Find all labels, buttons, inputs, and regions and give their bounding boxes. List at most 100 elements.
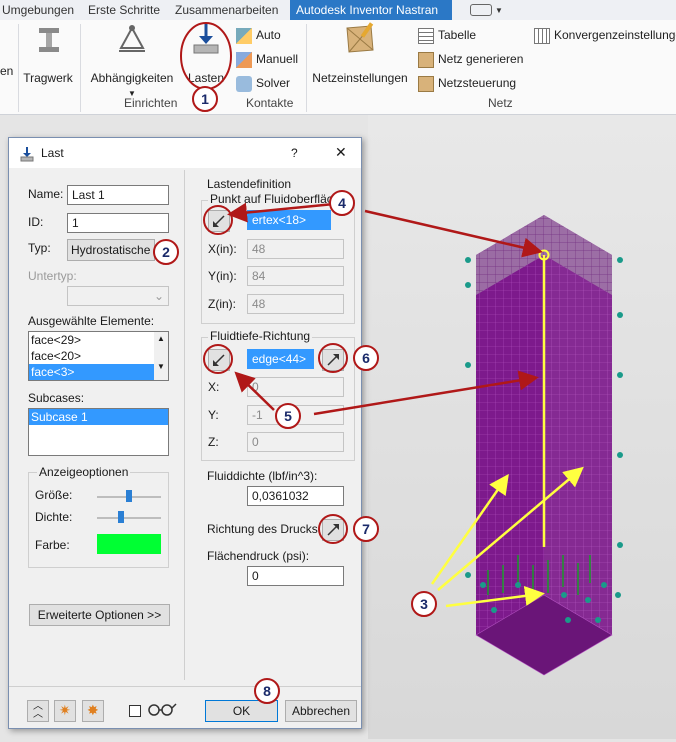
load-dialog: Last ? ✕ Name: Last 1 ID: 1 Typ: Hydrost… bbox=[8, 137, 362, 729]
dialog-titlebar[interactable]: Last ? ✕ bbox=[9, 138, 361, 168]
glasses-icon bbox=[147, 702, 177, 719]
tab-umgebungen[interactable]: Umgebungen bbox=[0, 0, 80, 20]
id-input[interactable]: 1 bbox=[67, 213, 169, 233]
point-y-label: Y(in): bbox=[208, 269, 237, 283]
name-input[interactable]: Last 1 bbox=[67, 185, 169, 205]
pick-arrow-icon bbox=[213, 215, 225, 227]
list-item[interactable]: face<3> bbox=[29, 364, 154, 380]
color-swatch[interactable] bbox=[97, 534, 161, 554]
display-options-caption: Anzeigeoptionen bbox=[37, 465, 131, 479]
point-x-input: 48 bbox=[247, 239, 344, 259]
column-divider bbox=[184, 170, 185, 680]
annotation-badge-1: 1 bbox=[192, 86, 218, 112]
beam-icon bbox=[39, 28, 59, 52]
netz-generieren-button[interactable]: Netz generieren bbox=[418, 50, 523, 68]
sun-grid-icon: ✸ bbox=[87, 702, 99, 718]
abhaengigkeiten-label: Abhängigkeiten ▼ bbox=[90, 71, 174, 98]
netzeinstellungen-label: Netzeinstellungen bbox=[312, 71, 408, 85]
edge-input[interactable]: edge<44> bbox=[247, 349, 314, 369]
flip-direction-button[interactable] bbox=[322, 349, 344, 371]
constraint-icon bbox=[119, 25, 145, 52]
pressure-direction-button[interactable] bbox=[322, 519, 344, 541]
subcases-label: Subcases: bbox=[28, 391, 85, 405]
dichte-slider-thumb[interactable] bbox=[118, 511, 125, 523]
subcases-list[interactable]: Subcase 1 bbox=[28, 408, 169, 456]
ribbon-partial-button[interactable]: en bbox=[0, 62, 13, 80]
bottom-divider bbox=[9, 686, 361, 687]
highlight-all-button[interactable]: ✸ bbox=[82, 700, 104, 722]
farbe-label: Farbe: bbox=[35, 538, 70, 552]
vertex-pick-button[interactable] bbox=[208, 210, 230, 232]
advanced-options-button[interactable]: Erweiterte Optionen >> bbox=[29, 604, 170, 626]
chevron-down-icon[interactable]: ▼ bbox=[495, 6, 503, 15]
id-label: ID: bbox=[28, 215, 44, 229]
sun-icon: ✷ bbox=[59, 702, 71, 718]
edge-pick-button[interactable] bbox=[208, 349, 230, 371]
dichte-slider[interactable] bbox=[97, 517, 161, 519]
collapse-button[interactable]: ︿ ︿ bbox=[27, 700, 49, 722]
close-icon[interactable]: ✕ bbox=[335, 144, 347, 161]
ribbon-options-icon[interactable] bbox=[470, 4, 492, 16]
netzeinstellungen-button[interactable]: Netzeinstellungen bbox=[310, 22, 410, 85]
konvergenz-button[interactable]: Konvergenzeinstellunge bbox=[534, 26, 676, 44]
ribbon-separator bbox=[80, 24, 81, 112]
tragwerk-label: Tragwerk bbox=[23, 71, 73, 85]
dir-z-input: 0 bbox=[247, 432, 344, 452]
preview-checkbox[interactable] bbox=[129, 705, 141, 717]
vertex-input[interactable]: ertex<18> bbox=[247, 210, 331, 230]
tragwerk-button[interactable]: Tragwerk bbox=[22, 22, 74, 85]
list-item[interactable]: face<29> bbox=[29, 332, 168, 348]
point-y-input: 84 bbox=[247, 266, 344, 286]
fluid-depth-caption: Fluidtiefe-Richtung bbox=[208, 329, 313, 343]
help-button[interactable]: ? bbox=[291, 146, 298, 160]
tab-autodesk-inventor-nastran[interactable]: Autodesk Inventor Nastran bbox=[290, 0, 452, 20]
model-viewport[interactable] bbox=[368, 115, 676, 739]
cancel-button[interactable]: Abbrechen bbox=[285, 700, 357, 722]
flip-arrow-icon bbox=[327, 354, 339, 366]
list-item[interactable]: Subcase 1 bbox=[29, 409, 168, 425]
list-scrollbar[interactable]: ▲ ▼ bbox=[154, 332, 168, 380]
mesh-model[interactable] bbox=[368, 115, 676, 739]
groesse-slider-thumb[interactable] bbox=[126, 490, 132, 502]
flaechendruck-input[interactable]: 0 bbox=[247, 566, 344, 586]
annotation-badge-5: 5 bbox=[275, 403, 301, 429]
tabelle-button[interactable]: Tabelle bbox=[418, 26, 476, 44]
ribbon: en Tragwerk Abhängigkeiten ▼ Lasten Auto… bbox=[0, 20, 676, 115]
load-icon bbox=[20, 147, 34, 162]
auto-button[interactable]: Auto bbox=[236, 26, 281, 44]
tab-erste-schritte[interactable]: Erste Schritte bbox=[82, 0, 166, 20]
mesh-control-icon bbox=[418, 75, 434, 92]
manuell-button[interactable]: Manuell bbox=[236, 50, 298, 68]
lasten-button[interactable]: Lasten bbox=[183, 22, 229, 85]
dialog-title: Last bbox=[41, 146, 64, 160]
tab-zusammenarbeiten[interactable]: Zusammenarbeiten bbox=[169, 0, 284, 20]
selected-elements-list[interactable]: face<29> face<20> face<3> ▲ ▼ bbox=[28, 331, 169, 381]
double-chevron-up-icon: ︿ ︿ bbox=[33, 701, 43, 720]
abhaengigkeiten-button[interactable]: Abhängigkeiten ▼ bbox=[88, 22, 176, 99]
dir-x-input: 0 bbox=[247, 377, 344, 397]
ribbon-tabs: Umgebungen Erste Schritte Zusammenarbeit… bbox=[0, 0, 676, 21]
pick-arrow-icon bbox=[213, 354, 225, 366]
convergence-icon bbox=[534, 27, 550, 44]
highlight-button[interactable]: ✷ bbox=[54, 700, 76, 722]
annotation-badge-8: 8 bbox=[254, 678, 280, 704]
untertyp-select: ⌄ bbox=[67, 286, 169, 306]
generate-mesh-icon bbox=[418, 51, 434, 68]
group-label-netz: Netz bbox=[488, 96, 513, 110]
fluiddichte-label: Fluiddichte (lbf/in^3): bbox=[207, 469, 318, 483]
typ-label: Typ: bbox=[28, 241, 51, 255]
point-z-input: 48 bbox=[247, 294, 344, 314]
group-label-einrichten: Einrichten bbox=[124, 96, 178, 110]
dir-y-label: Y: bbox=[208, 408, 219, 422]
load-icon bbox=[193, 24, 219, 54]
netzsteuerung-button[interactable]: Netzsteuerung bbox=[418, 74, 516, 92]
solver-button[interactable]: Solver bbox=[236, 74, 290, 92]
annotation-badge-4: 4 bbox=[329, 190, 355, 216]
groesse-label: Größe: bbox=[35, 488, 73, 502]
fluiddichte-input[interactable]: 0,0361032 bbox=[247, 486, 344, 506]
lasten-label: Lasten bbox=[187, 71, 225, 85]
list-item[interactable]: face<20> bbox=[29, 348, 168, 364]
flaechendruck-label: Flächendruck (psi): bbox=[207, 549, 310, 563]
typ-select[interactable]: Hydrostatische l bbox=[67, 239, 155, 261]
dir-z-label: Z: bbox=[208, 435, 219, 449]
